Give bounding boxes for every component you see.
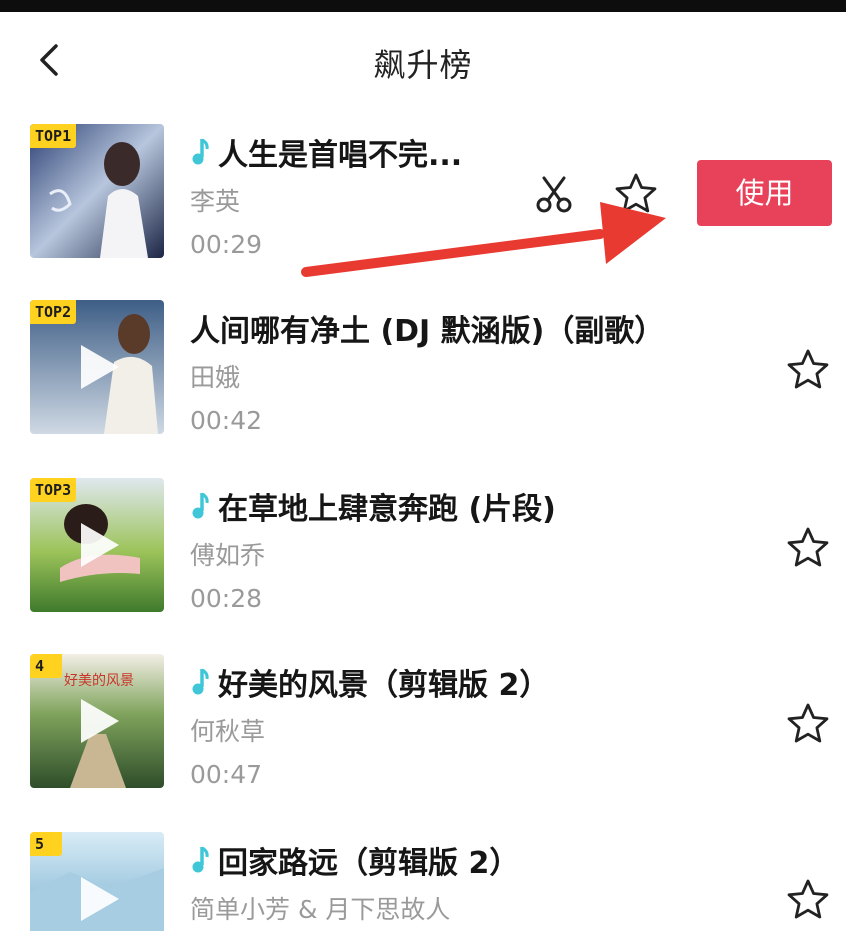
song-title-text: 人间哪有净土 (DJ 默涵版)（副歌） [190, 314, 665, 349]
rank-badge: 4 [30, 654, 62, 678]
song-title: 人生是首唱不完... [190, 132, 466, 173]
album-cover[interactable]: TOP3 [30, 478, 164, 612]
star-outline-icon [787, 703, 829, 743]
song-info: 在草地上肆意奔跑 (片段) 傅如乔 00:28 [190, 486, 726, 613]
song-title: 好美的风景（剪辑版 2） [190, 662, 726, 703]
music-note-icon [192, 492, 209, 519]
song-title: 回家路远（剪辑版 2） [190, 840, 726, 881]
song-title-text: 回家路远（剪辑版 2） [218, 846, 520, 881]
music-note-icon [192, 668, 209, 695]
album-cover[interactable]: TOP2 [30, 300, 164, 434]
header: 飙升榜 [0, 12, 846, 108]
star-outline-icon [787, 879, 829, 919]
list-item[interactable]: 4 好美的风景 好美的风景（剪辑版 2） 何秋草 00:47 [0, 654, 846, 830]
song-title-text: 好美的风景（剪辑版 2） [218, 668, 550, 703]
page-title: 飙升榜 [373, 46, 473, 84]
rank-badge: TOP1 [30, 124, 77, 148]
list-item[interactable]: 5 回家路远（剪辑版 2） 简单小芳 & 月下思故人 [0, 832, 846, 931]
favorite-button[interactable] [786, 526, 830, 570]
star-outline-icon [787, 349, 829, 389]
favorite-button[interactable] [786, 878, 830, 922]
song-title: 人间哪有净土 (DJ 默涵版)（副歌） [190, 308, 726, 349]
song-info: 好美的风景（剪辑版 2） 何秋草 00:47 [190, 662, 726, 789]
duration: 00:28 [190, 584, 263, 613]
artist-name: 简单小芳 & 月下思故人 [190, 895, 451, 924]
artist-name: 何秋草 [190, 717, 266, 746]
song-info: 人间哪有净土 (DJ 默涵版)（副歌） 田娥 00:42 [190, 308, 726, 435]
cover-caption: 好美的风景 [64, 673, 134, 689]
album-cover[interactable]: 4 好美的风景 [30, 654, 164, 788]
music-note-icon [192, 846, 209, 873]
song-info: 回家路远（剪辑版 2） 简单小芳 & 月下思故人 [190, 840, 726, 924]
duration: 00:47 [190, 760, 263, 789]
album-cover[interactable]: TOP1 [30, 124, 164, 258]
status-bar [0, 0, 846, 12]
duration: 00:42 [190, 406, 263, 435]
artist-name: 田娥 [190, 363, 241, 392]
play-icon [81, 699, 119, 743]
annotation-arrow [301, 202, 666, 277]
favorite-button[interactable] [786, 348, 830, 392]
list-item[interactable]: TOP3 在草地上肆意奔跑 (片段) 傅如乔 00:28 [0, 478, 846, 654]
play-icon [81, 345, 119, 389]
play-icon [81, 877, 119, 921]
rank-badge: TOP3 [30, 478, 77, 502]
play-icon [81, 523, 119, 567]
favorite-button[interactable] [786, 702, 830, 746]
use-button[interactable]: 使用 [697, 160, 832, 226]
star-outline-icon [787, 527, 829, 567]
song-title-text: 人生是首唱不完... [218, 138, 463, 173]
song-title-text: 在草地上肆意奔跑 (片段) [218, 492, 556, 527]
artist-name: 傅如乔 [190, 541, 266, 570]
rank-badge: 5 [30, 832, 62, 856]
album-cover[interactable]: 5 [30, 832, 164, 931]
rank-badge: TOP2 [30, 300, 77, 324]
list-item[interactable]: TOP2 人间哪有净土 (DJ 默涵版)（副歌） 田娥 00:42 [0, 300, 846, 476]
music-note-icon [192, 138, 209, 165]
song-title: 在草地上肆意奔跑 (片段) [190, 486, 726, 527]
